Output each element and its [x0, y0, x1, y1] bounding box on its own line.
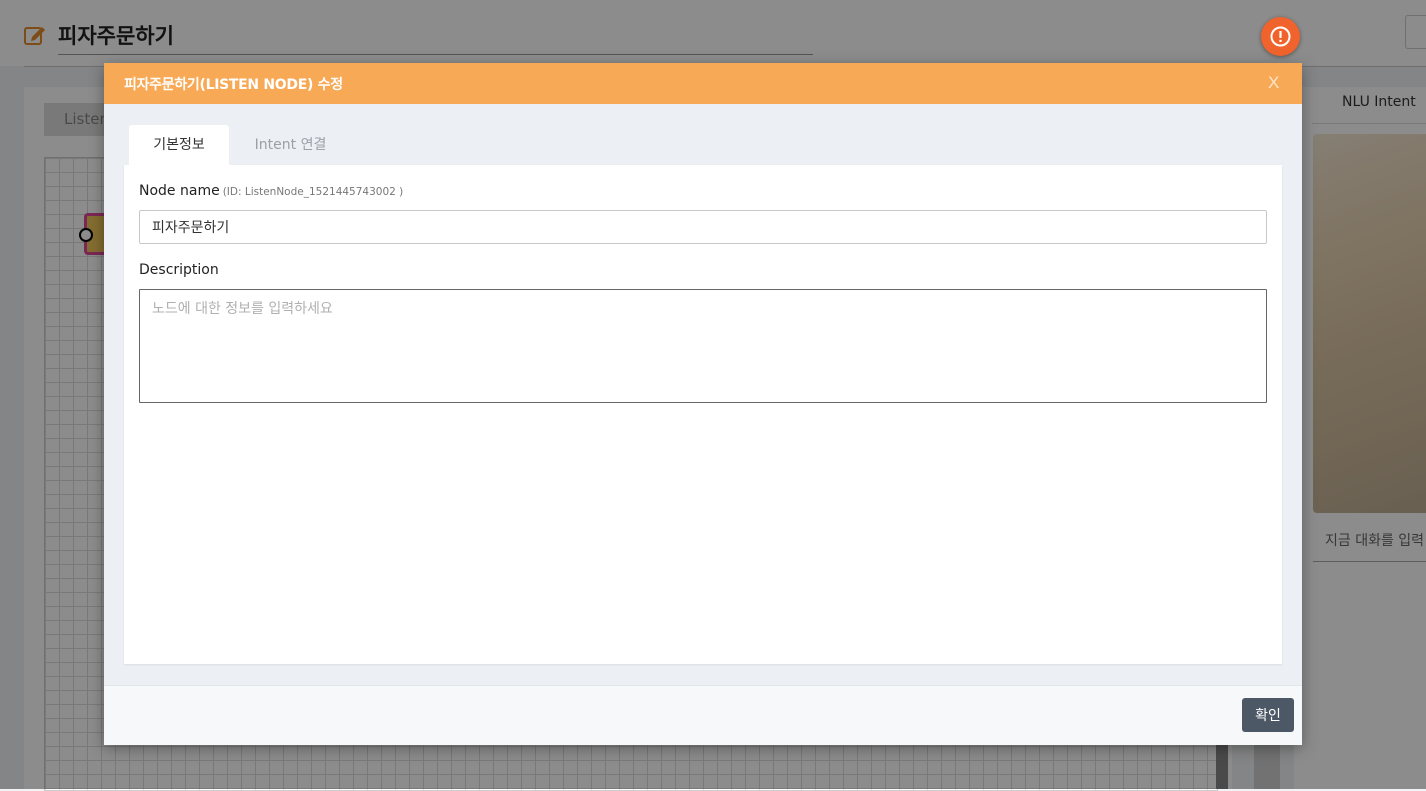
tab-basic-info[interactable]: 기본정보 [129, 125, 229, 165]
basic-info-panel: Node name (ID: ListenNode_1521445743002 )… [124, 165, 1282, 664]
alert-button[interactable] [1261, 17, 1300, 56]
modal-header: 피자주문하기(LISTEN NODE) 수정 X [104, 63, 1302, 104]
alert-icon [1270, 26, 1291, 47]
modal-footer: 확인 [104, 685, 1302, 745]
confirm-button[interactable]: 확인 [1242, 698, 1294, 732]
node-name-label-text: Node name [139, 183, 220, 199]
node-id-text: (ID: ListenNode_1521445743002 ) [222, 186, 404, 198]
node-name-label: Node name (ID: ListenNode_1521445743002 ) [139, 183, 403, 199]
description-input[interactable] [139, 289, 1267, 403]
close-icon[interactable]: X [1268, 73, 1279, 93]
node-name-input[interactable] [139, 210, 1267, 244]
description-label: Description [139, 262, 219, 278]
edit-node-modal: 피자주문하기(LISTEN NODE) 수정 X 기본정보 Intent 연결 … [104, 63, 1302, 745]
tab-intent-link[interactable]: Intent 연결 [234, 125, 347, 165]
modal-title: 피자주문하기(LISTEN NODE) 수정 [124, 77, 343, 93]
